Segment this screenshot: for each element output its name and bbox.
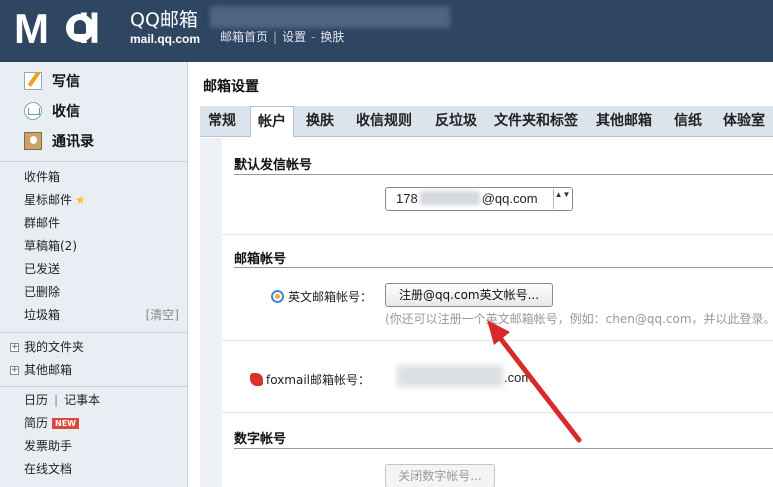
calendar-notes-row: 日历 | 记事本 <box>24 391 100 409</box>
inbox-button[interactable]: 收信 <box>24 100 80 122</box>
register-english-account-button[interactable]: 注册@qq.com英文帐号... <box>385 283 553 307</box>
dash: - <box>311 30 316 44</box>
user-info-redacted <box>210 6 450 28</box>
settings-tabs: 常规 帐户 换肤 收信规则 反垃圾 文件夹和标签 其他邮箱 信纸 体验室 <box>200 106 773 138</box>
close-digital-account-button: 关闭数字帐号... <box>385 464 495 487</box>
divider <box>0 161 187 162</box>
home-link[interactable]: 邮箱首页 <box>220 30 268 44</box>
sender-prefix: 178 <box>396 191 418 206</box>
star-icon: ★ <box>75 193 86 207</box>
divider <box>222 234 773 235</box>
inbox-icon <box>24 102 42 120</box>
my-folders[interactable]: 我的文件夹 <box>24 338 84 356</box>
folder-drafts[interactable]: 草稿箱(2) <box>24 237 77 255</box>
folder-group[interactable]: 群邮件 <box>24 214 60 232</box>
separator: | <box>54 393 59 407</box>
calendar-link[interactable]: 日历 <box>24 393 48 407</box>
main-area: 邮箱设置 常规 帐户 换肤 收信规则 反垃圾 文件夹和标签 其他邮箱 信纸 体验… <box>188 62 773 487</box>
skin-link[interactable]: 换肤 <box>320 30 344 44</box>
expand-my-folders-icon[interactable]: + <box>10 343 19 352</box>
folder-inbox[interactable]: 收件箱 <box>24 168 60 186</box>
other-mailboxes[interactable]: 其他邮箱 <box>24 361 72 379</box>
tab-account[interactable]: 帐户 <box>250 106 294 138</box>
sender-suffix: @qq.com <box>481 191 538 206</box>
compose-label: 写信 <box>52 74 80 90</box>
folder-starred-label: 星标邮件 <box>24 193 73 207</box>
folder-starred[interactable]: 星标邮件 ★ <box>24 191 86 209</box>
section-rule <box>234 448 773 449</box>
folder-sent[interactable]: 已发送 <box>24 260 60 278</box>
tab-stationery[interactable]: 信纸 <box>666 106 710 137</box>
section-rule <box>234 267 773 268</box>
mailbox-accounts-title: 邮箱帐号 <box>234 252 287 267</box>
divider <box>222 340 773 341</box>
top-header: Mil QQ邮箱 mail.qq.com 邮箱首页|设置-换肤 <box>0 0 773 62</box>
english-account-hint: (你还可以注册一个英文邮箱帐号，例如：chen@qq.com，并以此登录。 <box>385 312 773 326</box>
tab-folders-labels[interactable]: 文件夹和标签 <box>490 106 582 137</box>
default-sender-select[interactable]: 178 @qq.com ▲▼ <box>385 187 573 211</box>
foxmail-suffix: .com <box>504 370 533 385</box>
resume-label: 简历 <box>24 416 49 430</box>
clear-spam-link[interactable]: [清空] <box>146 306 179 324</box>
folder-deleted[interactable]: 已删除 <box>24 283 60 301</box>
foxmail-label-row: foxmail邮箱帐号： <box>250 371 370 388</box>
compose-button[interactable]: 写信 <box>24 70 80 92</box>
logo-letter-m: M <box>14 5 49 52</box>
select-arrow-icon: ▲▼ <box>553 189 571 209</box>
english-account-label: 英文邮箱帐号： <box>288 290 373 304</box>
resume-link[interactable]: 简历 NEW <box>24 414 79 432</box>
page-title: 邮箱设置 <box>203 79 259 95</box>
tab-filter-rules[interactable]: 收信规则 <box>346 106 422 137</box>
foxmail-redacted <box>397 365 503 387</box>
tab-other-mailboxes[interactable]: 其他邮箱 <box>586 106 662 137</box>
top-links: 邮箱首页 | 设置 - 换肤 <box>220 28 344 45</box>
contacts-label: 通讯录 <box>52 134 94 150</box>
online-docs-link[interactable]: 在线文档 <box>24 460 72 478</box>
contacts-button[interactable]: 通讯录 <box>24 130 94 152</box>
english-account-label-row: 英文邮箱帐号： <box>271 288 372 305</box>
tab-skin[interactable]: 换肤 <box>298 106 342 137</box>
compose-icon <box>24 72 42 90</box>
invoice-assistant-link[interactable]: 发票助手 <box>24 437 72 455</box>
logo-title: QQ邮箱 <box>130 9 198 31</box>
contacts-icon <box>24 132 42 150</box>
tab-general[interactable]: 常规 <box>200 106 244 137</box>
divider <box>0 332 187 333</box>
tab-lab[interactable]: 体验室 <box>714 106 773 137</box>
default-sender-title: 默认发信帐号 <box>234 158 313 173</box>
sidebar: 写信 收信 通讯录 收件箱 星标邮件 ★ 群邮件 草稿箱(2) 已发送 已删除 垃… <box>0 62 188 487</box>
notes-link[interactable]: 记事本 <box>64 393 100 407</box>
separator: | <box>273 30 278 44</box>
inbox-label: 收信 <box>52 104 80 120</box>
expand-other-mailboxes-icon[interactable]: + <box>10 366 19 375</box>
settings-link[interactable]: 设置 <box>282 30 306 44</box>
tab-panel: 默认发信帐号 178 @qq.com ▲▼ 邮箱帐号 英文邮箱帐号： 注册@qq.… <box>200 138 773 487</box>
logo-bell-icon <box>66 14 94 42</box>
digital-account-title: 数字帐号 <box>234 432 287 447</box>
english-account-icon <box>271 290 284 303</box>
new-badge: NEW <box>52 418 79 429</box>
logo-domain: mail.qq.com <box>130 32 201 46</box>
redacted-number <box>419 191 480 205</box>
section-rule <box>234 174 773 175</box>
folder-spam[interactable]: 垃圾箱 <box>24 306 60 324</box>
divider <box>0 386 187 387</box>
account-settings: 默认发信帐号 178 @qq.com ▲▼ 邮箱帐号 英文邮箱帐号： 注册@qq.… <box>222 138 773 487</box>
tab-anti-spam[interactable]: 反垃圾 <box>426 106 486 137</box>
divider <box>222 412 773 413</box>
foxmail-icon <box>250 373 263 386</box>
foxmail-label: foxmail邮箱帐号： <box>266 373 371 387</box>
